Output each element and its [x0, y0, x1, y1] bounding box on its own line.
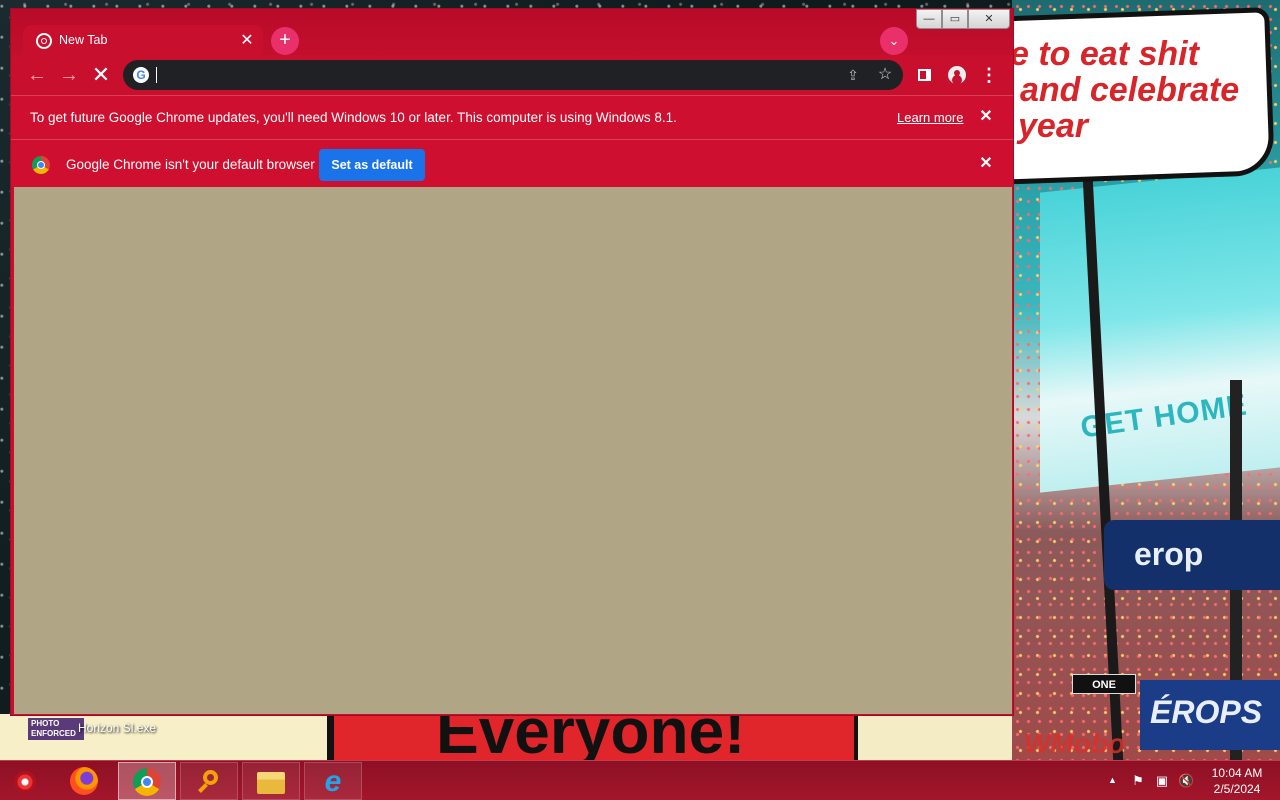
- wallpaper-watermark: WMobo: [1024, 728, 1126, 759]
- tab-search-button[interactable]: ⌄: [880, 27, 908, 55]
- new-tab-button[interactable]: +: [271, 27, 299, 55]
- text-caret: [156, 67, 157, 83]
- tab-title: New Tab: [59, 33, 108, 47]
- photo-enforced-sign: PHOTO ENFORCED: [28, 718, 84, 740]
- action-center-flag-icon[interactable]: ⚑: [1130, 773, 1146, 789]
- speech-bubble-line: e to eat shit: [1010, 35, 1199, 73]
- update-infobar-close-icon[interactable]: ✕: [975, 106, 997, 128]
- wallpaper-billboard: [1040, 167, 1280, 493]
- taskbar: e ▲ ⚑ ▣ 🔇 10:04 AM 2/5/2024: [0, 760, 1280, 800]
- wallpaper-sign-text: ÉROPS: [1150, 694, 1263, 730]
- taskbar-file-explorer[interactable]: [242, 762, 300, 800]
- folder-icon: [257, 772, 285, 794]
- forward-button[interactable]: →: [55, 61, 83, 89]
- google-icon: G: [133, 67, 149, 83]
- default-browser-close-icon[interactable]: ✕: [975, 153, 997, 175]
- start-button[interactable]: [8, 765, 42, 799]
- chrome-window: New Tab ✕ + ⌄ — ▭ ✕ ← → ✕ G ⇪ ☆ ⋮ To get…: [10, 8, 1014, 716]
- taskbar-search[interactable]: [180, 762, 238, 800]
- magnifier-icon: [195, 768, 223, 796]
- firefox-icon: [70, 767, 98, 795]
- back-button[interactable]: ←: [23, 61, 51, 89]
- learn-more-link[interactable]: Learn more: [897, 110, 963, 125]
- profile-avatar-icon[interactable]: [943, 61, 971, 89]
- tab-strip: New Tab ✕ + ⌄ — ▭ ✕: [11, 9, 1013, 57]
- wallpaper-sign-text: erop: [1134, 536, 1204, 572]
- default-browser-text: Google Chrome isn't your default browser: [66, 157, 315, 172]
- loading-favicon-icon: [36, 33, 52, 49]
- chrome-icon: [133, 768, 161, 796]
- chrome-logo-icon: [32, 156, 50, 174]
- close-window-button[interactable]: ✕: [968, 9, 1010, 29]
- desktop-icon-label[interactable]: Horizon Sl.exe: [78, 721, 156, 735]
- minimize-button[interactable]: —: [916, 9, 942, 29]
- clock-date: 2/5/2024: [1213, 782, 1261, 796]
- speech-bubble-line: year: [1018, 107, 1088, 145]
- taskbar-clock[interactable]: 10:04 AM 2/5/2024: [1204, 765, 1270, 797]
- volume-muted-icon[interactable]: 🔇: [1178, 773, 1194, 789]
- default-browser-infobar: Google Chrome isn't your default browser…: [11, 139, 1013, 187]
- side-panel-icon[interactable]: [911, 61, 939, 89]
- update-infobar: To get future Google Chrome updates, you…: [11, 95, 1013, 139]
- speech-bubble-line: and celebrate: [1020, 71, 1240, 109]
- omnibox[interactable]: G ⇪ ☆: [123, 60, 903, 90]
- maximize-button[interactable]: ▭: [942, 9, 968, 29]
- start-orb-icon: [14, 771, 36, 793]
- set-as-default-button[interactable]: Set as default: [319, 149, 425, 181]
- tab-new-tab[interactable]: New Tab ✕: [23, 25, 263, 57]
- internet-explorer-icon: e: [324, 765, 342, 798]
- page-content-area[interactable]: [14, 187, 1012, 714]
- share-icon[interactable]: ⇪: [843, 65, 863, 85]
- network-icon[interactable]: ▣: [1154, 773, 1170, 789]
- tray-overflow-icon[interactable]: ▲: [1108, 775, 1117, 785]
- taskbar-firefox[interactable]: [56, 762, 114, 800]
- address-bar-input[interactable]: [155, 63, 835, 87]
- update-infobar-text: To get future Google Chrome updates, you…: [30, 110, 677, 125]
- wallpaper-oneway-sign: ONE: [1072, 674, 1136, 694]
- tab-close-icon[interactable]: ✕: [237, 31, 257, 51]
- taskbar-internet-explorer[interactable]: e: [304, 762, 362, 800]
- toolbar: ← → ✕ G ⇪ ☆ ⋮: [11, 55, 1013, 95]
- speech-bubble-text: e to eat shit and celebrate year: [1010, 36, 1272, 144]
- chrome-menu-button[interactable]: ⋮: [975, 61, 1003, 89]
- taskbar-chrome[interactable]: [118, 762, 176, 800]
- comic-strip: [858, 714, 1012, 762]
- clock-time: 10:04 AM: [1211, 766, 1263, 780]
- bookmark-star-icon[interactable]: ☆: [875, 65, 895, 85]
- stop-loading-button[interactable]: ✕: [87, 61, 115, 89]
